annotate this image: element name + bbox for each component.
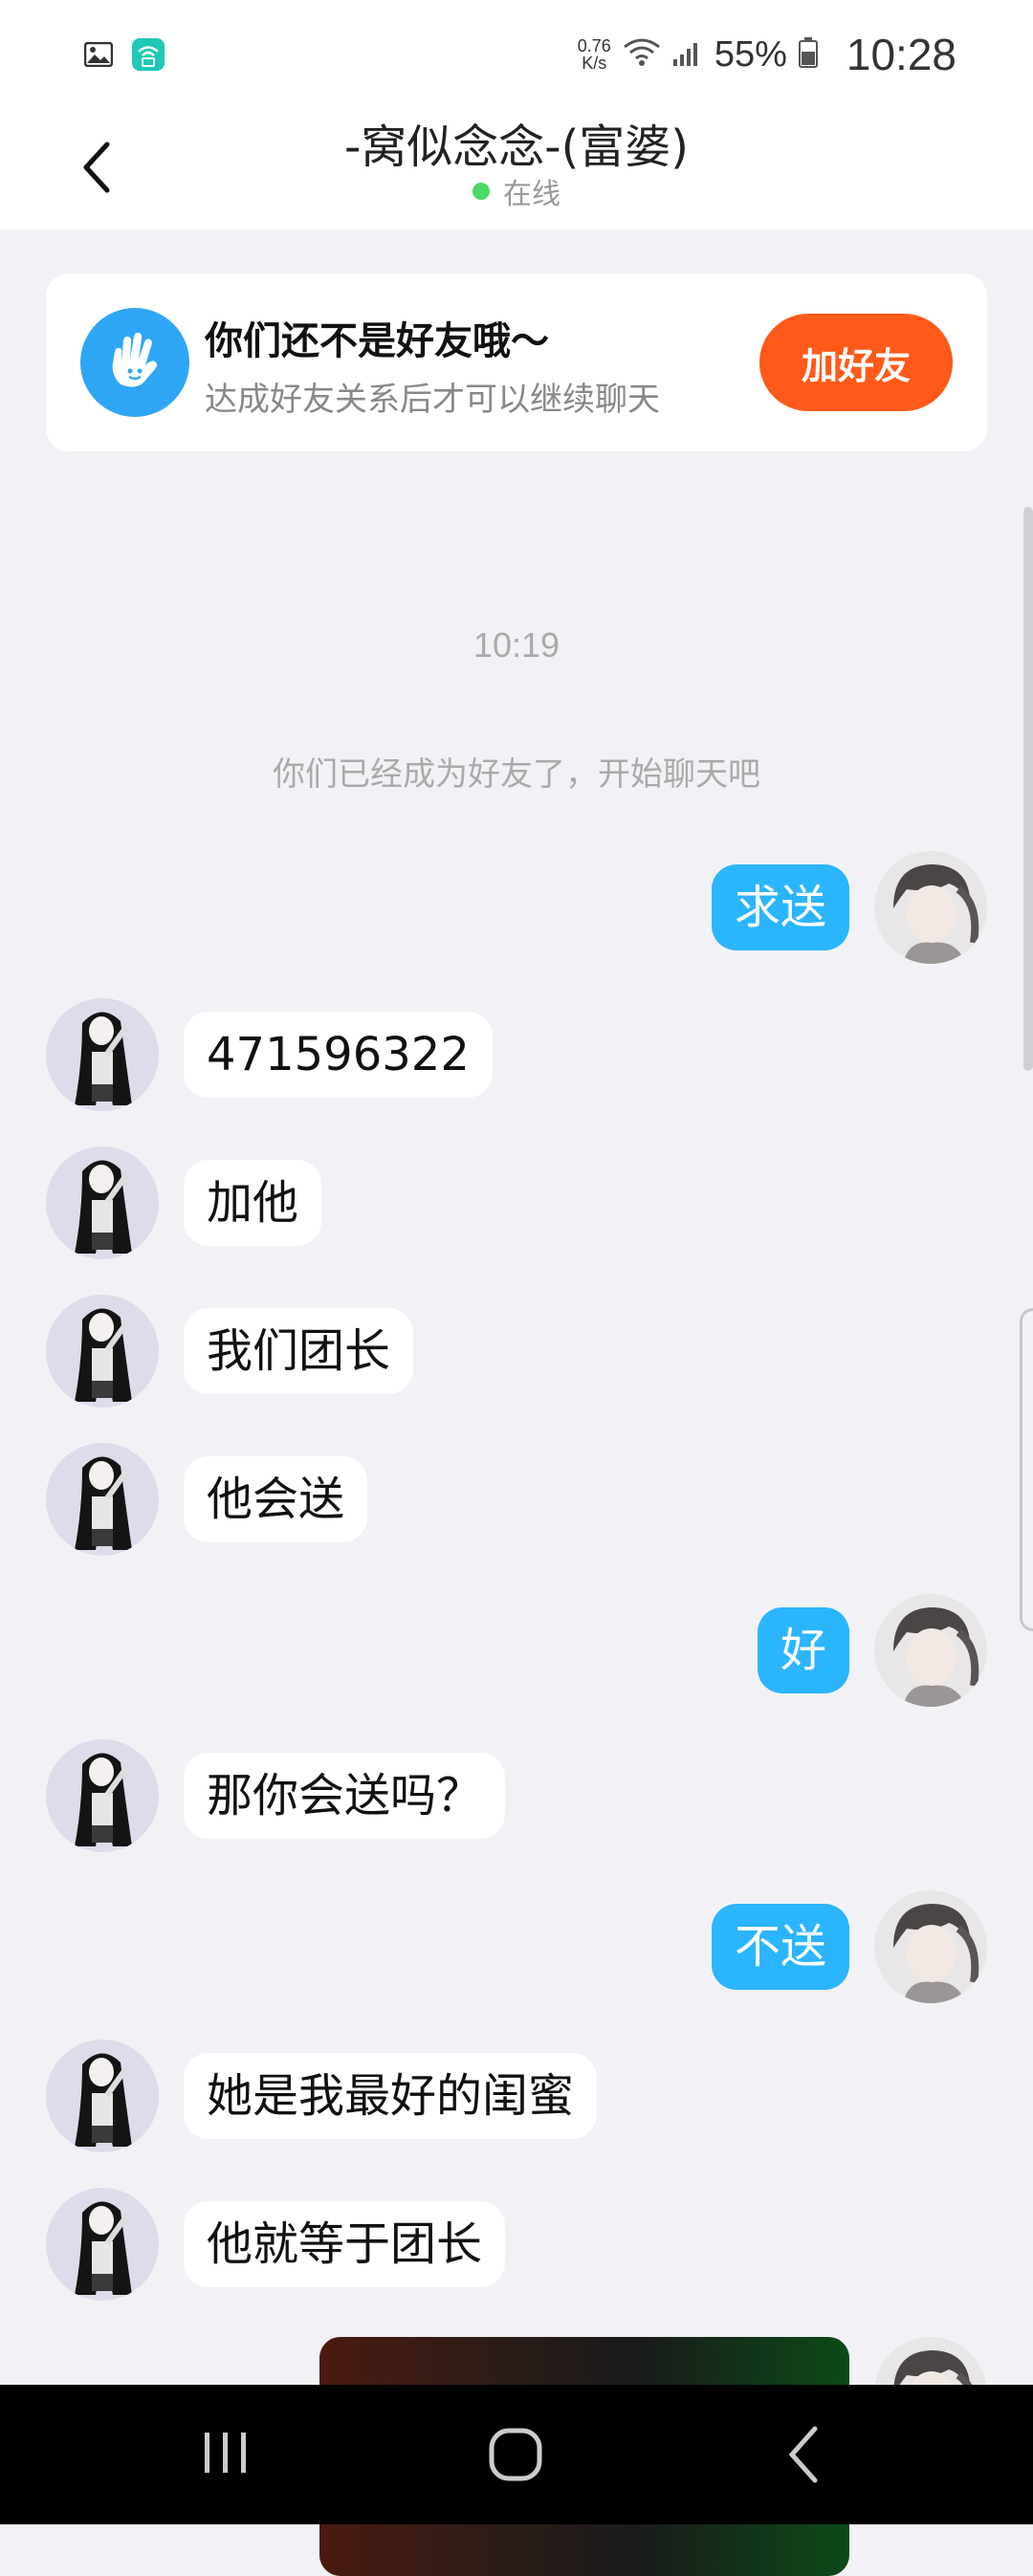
message-row-incoming: 471596322 xyxy=(46,998,493,1111)
message-row-outgoing: 求送 xyxy=(711,851,987,964)
message-bubble[interactable]: 他就等于团长 xyxy=(184,2201,506,2287)
gallery-icon xyxy=(83,41,114,71)
system-nav-bar xyxy=(0,2385,1033,2524)
net-speed-value: 0.76 xyxy=(577,36,611,55)
back-icon[interactable] xyxy=(784,2423,823,2486)
message-row-incoming: 他就等于团长 xyxy=(46,2188,506,2301)
online-status: 在线 xyxy=(0,170,1033,212)
message-row-outgoing: 不送 xyxy=(711,1890,987,2003)
banner-title: 你们还不是好友哦～ xyxy=(205,319,549,363)
avatar-contact[interactable] xyxy=(46,1146,159,1259)
message-row-incoming: 加他 xyxy=(46,1146,322,1259)
message-bubble[interactable]: 她是我最好的闺蜜 xyxy=(184,2053,598,2139)
message-row-incoming: 他会送 xyxy=(46,1443,368,1556)
wifi-app-icon xyxy=(132,38,165,75)
avatar-contact[interactable] xyxy=(46,998,159,1111)
avatar-contact[interactable] xyxy=(46,1295,159,1408)
system-message: 你们已经成为好友了，开始聊天吧 xyxy=(273,755,760,794)
message-bubble[interactable]: 好 xyxy=(757,1607,849,1693)
net-speed: 0.76 K/s xyxy=(578,37,611,72)
signal-icon xyxy=(672,38,703,71)
message-bubble[interactable]: 不送 xyxy=(711,1904,849,1990)
avatar-contact[interactable] xyxy=(46,2188,159,2301)
avatar-self[interactable] xyxy=(874,1890,987,2003)
message-bubble[interactable]: 求送 xyxy=(711,864,849,950)
online-dot-icon xyxy=(473,183,490,200)
status-right: 0.76 K/s 55% 10:28 xyxy=(578,29,956,80)
message-bubble[interactable]: 他会送 xyxy=(184,1456,368,1542)
message-row-incoming: 那你会送吗？ xyxy=(46,1739,506,1852)
message-bubble[interactable]: 加他 xyxy=(184,1160,322,1246)
recent-apps-icon[interactable] xyxy=(197,2429,254,2477)
add-friend-button[interactable]: 加好友 xyxy=(759,314,953,411)
clock: 10:28 xyxy=(846,30,956,79)
avatar-contact[interactable] xyxy=(46,1739,159,1852)
net-speed-unit: K/s xyxy=(582,54,607,73)
avatar-self[interactable] xyxy=(874,851,987,964)
message-row-incoming: 她是我最好的闺蜜 xyxy=(46,2040,598,2152)
avatar-contact[interactable] xyxy=(46,2040,159,2152)
avatar-contact[interactable] xyxy=(46,1443,159,1556)
wifi-icon xyxy=(623,37,661,72)
message-row-incoming: 我们团长 xyxy=(46,1295,414,1408)
home-icon[interactable] xyxy=(488,2427,543,2482)
battery-percent: 55% xyxy=(714,33,787,75)
message-timestamp: 10:19 xyxy=(473,625,560,665)
avatar-self[interactable] xyxy=(874,1594,987,1707)
add-friend-banner: 你们还不是好友哦～ 达成好友关系后才可以继续聊天 加好友 xyxy=(46,273,987,451)
message-bubble[interactable]: 471596322 xyxy=(184,1012,493,1098)
hand-wave-icon xyxy=(80,308,189,417)
online-status-text: 在线 xyxy=(503,178,560,211)
status-bar: 0.76 K/s 55% 10:28 xyxy=(0,0,1033,115)
banner-subtitle: 达成好友关系后才可以继续聊天 xyxy=(205,381,660,419)
scroll-handle[interactable] xyxy=(1020,1308,1033,1631)
message-bubble[interactable]: 我们团长 xyxy=(184,1308,414,1394)
status-left xyxy=(83,38,165,75)
chat-title: -窝似念念-(富婆) xyxy=(343,120,690,174)
message-row-outgoing: 好 xyxy=(757,1594,987,1707)
battery-icon xyxy=(798,37,818,72)
message-bubble[interactable]: 那你会送吗？ xyxy=(184,1753,506,1839)
chat-header: -窝似念念-(富婆) 在线 xyxy=(0,105,1033,229)
